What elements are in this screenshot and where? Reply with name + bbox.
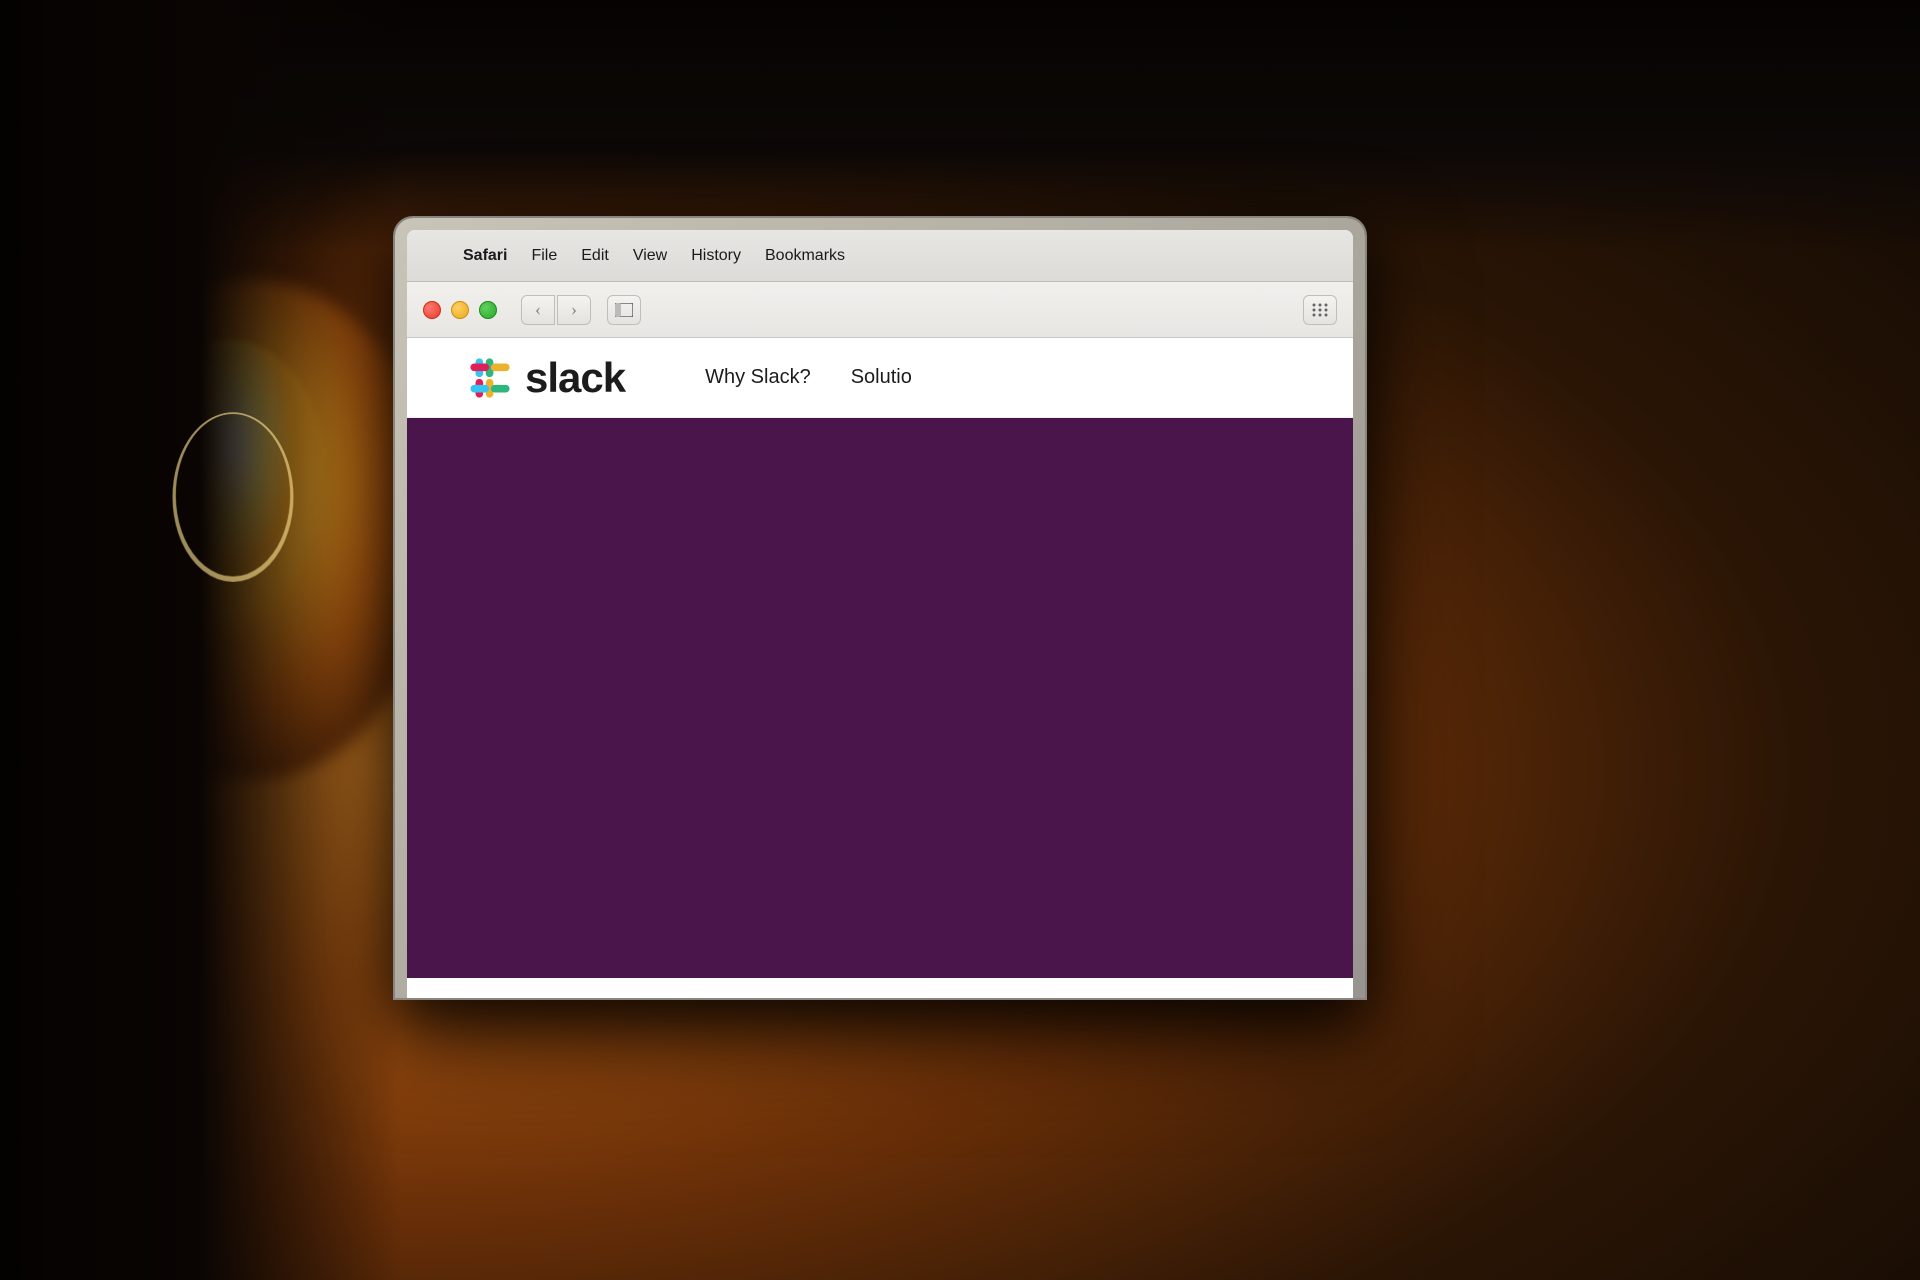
macbook-frame: Safari File Edit View History Bookmarks [395,218,1365,998]
forward-button[interactable]: › [557,295,591,325]
menu-view[interactable]: View [621,243,679,269]
slack-logo[interactable]: slack [467,354,625,402]
macos-menu-bar: Safari File Edit View History Bookmarks [407,230,1353,282]
slack-nav-links: Why Slack? Solutio [705,366,912,389]
nav-buttons: ‹ › [521,295,591,325]
slack-logo-icon [467,355,513,401]
minimize-button[interactable] [451,301,469,319]
forward-icon: › [571,299,577,320]
screen: Safari File Edit View History Bookmarks [407,230,1353,998]
sidebar-icon [615,303,633,317]
grid-icon [1311,302,1329,318]
menu-bookmarks[interactable]: Bookmarks [753,243,857,269]
menu-history[interactable]: History [679,243,753,269]
traffic-lights [423,301,497,319]
bulb-filament [145,370,315,590]
safari-toolbar: ‹ › [407,282,1353,338]
nav-why-slack[interactable]: Why Slack? [705,366,811,389]
webpage: slack Why Slack? Solutio [407,338,1353,998]
back-button[interactable]: ‹ [521,295,555,325]
nav-solutions[interactable]: Solutio [851,366,912,389]
dark-left-overlay [0,0,400,1280]
back-icon: ‹ [535,299,541,320]
slack-wordmark: slack [525,354,625,402]
sidebar-toggle-button[interactable] [607,295,641,325]
maximize-button[interactable] [479,301,497,319]
close-button[interactable] [423,301,441,319]
menu-safari[interactable]: Safari [451,243,519,269]
slack-hero-section [407,418,1353,978]
menu-file[interactable]: File [519,243,569,269]
tabs-overview-button[interactable] [1303,295,1337,325]
menu-edit[interactable]: Edit [569,243,621,269]
macbook-container: Safari File Edit View History Bookmarks [395,218,1365,998]
slack-navbar: slack Why Slack? Solutio [407,338,1353,418]
